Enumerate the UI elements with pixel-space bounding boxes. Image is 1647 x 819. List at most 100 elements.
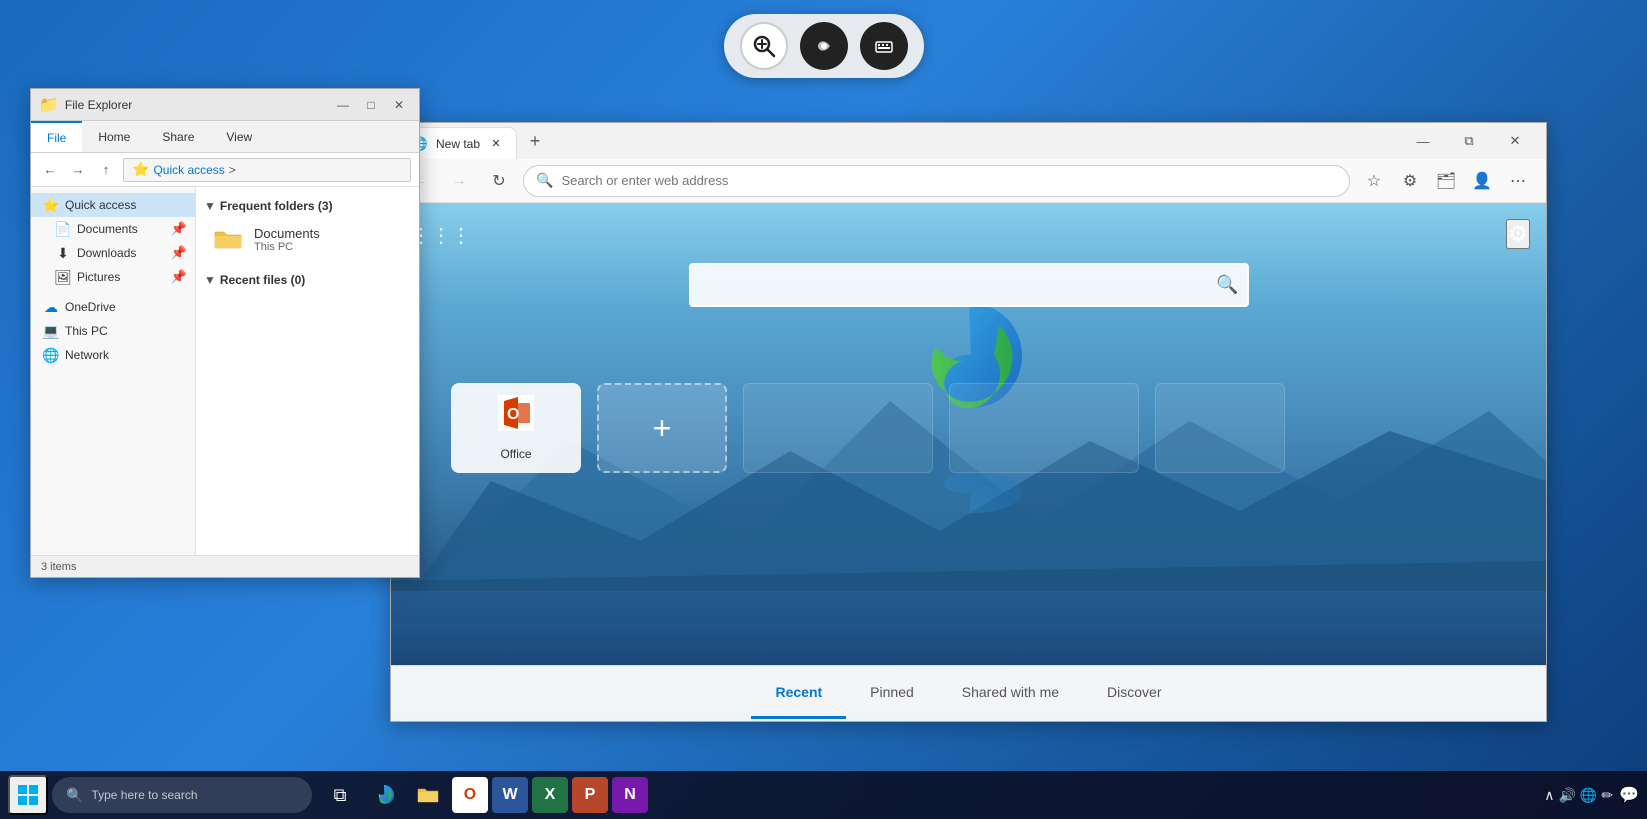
favorites-button[interactable]: ☆ bbox=[1358, 165, 1390, 197]
sidebar-label: Pictures bbox=[77, 270, 120, 284]
newtab-search-button[interactable]: 🔍 bbox=[1216, 275, 1238, 296]
browser-forward-button[interactable]: → bbox=[443, 165, 475, 197]
newtab-search-box: 🔍 bbox=[689, 263, 1249, 307]
office-quick-link[interactable]: O Office bbox=[451, 383, 581, 473]
sidebar-label: OneDrive bbox=[65, 300, 116, 314]
svg-text:O: O bbox=[507, 406, 519, 423]
newtab-search-input[interactable] bbox=[689, 263, 1249, 307]
frequent-folders-label: Frequent folders (3) bbox=[220, 199, 333, 213]
this-pc-icon: 💻 bbox=[43, 323, 59, 339]
tab-close-button[interactable]: ✕ bbox=[488, 136, 504, 152]
new-tab-page: ⚙ ⋮⋮⋮ bbox=[391, 203, 1546, 721]
up-button[interactable]: ↑ bbox=[95, 159, 117, 181]
task-view-button[interactable]: ⧉ bbox=[320, 775, 360, 815]
tab-view[interactable]: View bbox=[210, 121, 268, 152]
frequent-folders-header[interactable]: ▼ Frequent folders (3) bbox=[204, 195, 411, 217]
taskbar-apps: ⧉ bbox=[320, 775, 648, 815]
folder-item-documents[interactable]: Documents This PC bbox=[204, 217, 411, 261]
edge-browser-window: 🌐 New tab ✕ + — ⧉ ✕ ← → ↻ 🔍 ☆ ⚙ 🗂 👤 ⋯ bbox=[390, 122, 1547, 722]
folder-name: Documents bbox=[254, 226, 320, 241]
recent-files-label: Recent files (0) bbox=[220, 273, 305, 287]
documents-icon: 📄 bbox=[55, 221, 71, 237]
tab-pinned[interactable]: Pinned bbox=[846, 668, 938, 719]
tab-discover[interactable]: Discover bbox=[1083, 668, 1185, 719]
word-taskbar-icon[interactable]: W bbox=[492, 777, 528, 813]
powerpoint-taskbar-icon[interactable]: P bbox=[572, 777, 608, 813]
sidebar-item-quick-access[interactable]: ⭐ Quick access bbox=[31, 193, 195, 217]
window-controls: — □ ✕ bbox=[331, 95, 411, 115]
tab-share[interactable]: Share bbox=[146, 121, 210, 152]
volume-icon[interactable]: 🔊 bbox=[1558, 787, 1575, 804]
newtab-settings-button[interactable]: ⚙ bbox=[1506, 219, 1530, 249]
close-button[interactable]: ✕ bbox=[387, 95, 411, 115]
tab-home[interactable]: Home bbox=[82, 121, 146, 152]
downloads-icon: ⬇ bbox=[55, 245, 71, 261]
sidebar-item-pictures[interactable]: 🖼 Pictures 📌 bbox=[31, 265, 195, 289]
edge-titlebar: 🌐 New tab ✕ + — ⧉ ✕ bbox=[391, 123, 1546, 159]
forward-button[interactable]: → bbox=[67, 159, 89, 181]
apps-grid-button[interactable]: ⋮⋮⋮ bbox=[411, 223, 471, 248]
network-icon-tray[interactable]: 🌐 bbox=[1580, 787, 1597, 804]
content-tabs: Recent Pinned Shared with me Discover bbox=[391, 665, 1546, 721]
chevron-up-icon[interactable]: ∧ bbox=[1544, 787, 1554, 804]
taskbar-search[interactable]: 🔍 Type here to search bbox=[52, 777, 312, 813]
system-icons: ∧ 🔊 🌐 ✏ bbox=[1544, 787, 1613, 804]
sidebar-item-documents[interactable]: 📄 Documents 📌 bbox=[31, 217, 195, 241]
address-input[interactable] bbox=[561, 173, 1337, 188]
zoom-button[interactable] bbox=[740, 22, 788, 70]
browser-restore-button[interactable]: ⧉ bbox=[1446, 125, 1492, 157]
excel-taskbar-icon[interactable]: X bbox=[532, 777, 568, 813]
sidebar-item-onedrive[interactable]: ☁ OneDrive bbox=[31, 295, 195, 319]
keyboard-button[interactable] bbox=[860, 22, 908, 70]
browser-minimize-button[interactable]: — bbox=[1400, 125, 1446, 157]
sidebar-item-this-pc[interactable]: 💻 This PC bbox=[31, 319, 195, 343]
breadcrumb-text: Quick access bbox=[153, 163, 224, 177]
quick-access-icon: ⭐ bbox=[43, 197, 59, 213]
breadcrumb[interactable]: ⭐ Quick access > bbox=[123, 158, 411, 182]
add-quick-link[interactable]: + bbox=[597, 383, 727, 473]
onedrive-icon: ☁ bbox=[43, 299, 59, 315]
action-center-icon[interactable]: 💬 bbox=[1619, 785, 1639, 805]
folder-icon bbox=[212, 223, 244, 255]
folder-location: This PC bbox=[254, 241, 320, 253]
onenote-taskbar-icon[interactable]: N bbox=[612, 777, 648, 813]
profile-button[interactable]: 👤 bbox=[1466, 165, 1498, 197]
item-count: 3 items bbox=[41, 561, 76, 573]
taskbar-search-icon: 🔍 bbox=[66, 787, 83, 804]
taskbar: 🔍 Type here to search ⧉ bbox=[0, 771, 1647, 819]
more-button[interactable]: ⋯ bbox=[1502, 165, 1534, 197]
taskbar-search-placeholder: Type here to search bbox=[91, 788, 197, 802]
placeholder-3 bbox=[1155, 383, 1285, 473]
network-icon: 🌐 bbox=[43, 347, 59, 363]
new-tab-button[interactable]: + bbox=[521, 127, 549, 155]
office-taskbar-icon[interactable]: O bbox=[452, 777, 488, 813]
remote-desktop-button[interactable] bbox=[800, 22, 848, 70]
tab-shared-with-me[interactable]: Shared with me bbox=[938, 668, 1083, 719]
sidebar-item-network[interactable]: 🌐 Network bbox=[31, 343, 195, 367]
system-tray: ∧ 🔊 🌐 ✏ 💬 bbox=[1544, 785, 1639, 805]
tab-recent[interactable]: Recent bbox=[751, 668, 846, 719]
browser-close-button[interactable]: ✕ bbox=[1492, 125, 1538, 157]
sidebar-item-downloads[interactable]: ⬇ Downloads 📌 bbox=[31, 241, 195, 265]
start-button[interactable] bbox=[8, 775, 48, 815]
statusbar: 3 items bbox=[31, 555, 419, 577]
floating-toolbar bbox=[724, 14, 924, 78]
browser-win-controls: — ⧉ ✕ bbox=[1400, 125, 1538, 157]
back-button[interactable]: ← bbox=[39, 159, 61, 181]
edge-taskbar-icon[interactable] bbox=[364, 775, 404, 815]
address-bar[interactable]: 🔍 bbox=[523, 165, 1350, 197]
sidebar-label: Quick access bbox=[65, 198, 136, 212]
minimize-button[interactable]: — bbox=[331, 95, 355, 115]
maximize-button[interactable]: □ bbox=[359, 95, 383, 115]
sidebar-label: This PC bbox=[65, 324, 108, 338]
tab-file[interactable]: File bbox=[31, 121, 82, 152]
pen-icon[interactable]: ✏ bbox=[1601, 787, 1613, 804]
collections-button[interactable]: 🗂 bbox=[1430, 165, 1462, 197]
settings-icon-button[interactable]: ⚙ bbox=[1394, 165, 1426, 197]
add-icon: + bbox=[653, 410, 672, 447]
browser-refresh-button[interactable]: ↻ bbox=[483, 165, 515, 197]
recent-files-header[interactable]: ▼ Recent files (0) bbox=[204, 269, 411, 291]
content-area: ▼ Frequent folders (3) Documents This PC… bbox=[196, 187, 419, 555]
file-explorer-taskbar-icon[interactable] bbox=[408, 775, 448, 815]
browser-toolbar: ☆ ⚙ 🗂 👤 ⋯ bbox=[1358, 165, 1534, 197]
